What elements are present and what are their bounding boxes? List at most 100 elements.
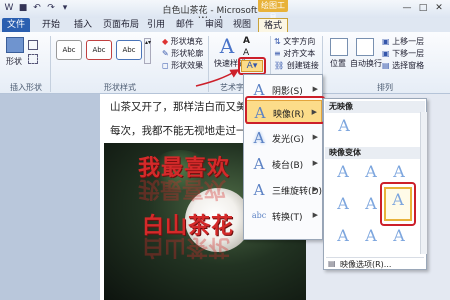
menu-item-3d-rotation[interactable]: A 三维旋转(D) ▶ (246, 178, 322, 202)
position-icon[interactable] (330, 38, 348, 56)
glow-a-icon: A (253, 129, 265, 147)
shape-style-sample-3[interactable]: Abc (116, 40, 142, 60)
selection-pane-icon: ▤ (382, 61, 390, 70)
create-link-button[interactable]: ⛓ 创建链接 (274, 60, 319, 71)
reflection-options-item[interactable]: ▤ 映像选项(R)... (326, 257, 424, 269)
tab-page-layout[interactable]: 页面布局 (100, 18, 142, 32)
maximize-icon[interactable]: □ (416, 2, 430, 14)
align-text-label: 对齐文本 (283, 49, 316, 58)
tab-mailings[interactable]: 邮件 (172, 18, 198, 32)
shape-button-label[interactable]: 形状 (6, 56, 22, 67)
create-link-label: 创建链接 (286, 61, 319, 70)
edit-shape-icon[interactable] (28, 40, 38, 50)
reflection-options-label: 映像选项(R)... (340, 260, 392, 269)
reflection-options-icon: ▤ (328, 259, 336, 268)
3d-rotation-a-icon: A (253, 181, 265, 199)
draw-textbox-icon[interactable] (28, 54, 38, 64)
shape-outline-label: 形状轮廓 (171, 49, 204, 58)
align-text-icon: ≡ (274, 49, 281, 58)
shape-fill-label: 形状填充 (170, 37, 203, 46)
send-backward-button[interactable]: ▣ 下移一层 (382, 48, 424, 59)
bring-forward-label: 上移一层 (392, 37, 425, 46)
bring-forward-icon: ▣ (382, 37, 390, 46)
position-label[interactable]: 位置 (330, 58, 346, 69)
window-title: 白色山茶花 - Microsoft Word (162, 6, 258, 26)
save-icon[interactable]: ■ (17, 3, 29, 14)
menu-item-bevel[interactable]: A 棱台(B) ▶ (246, 152, 322, 176)
submenu-arrow-icon: ▶ (312, 185, 318, 193)
shape-effects-button[interactable]: ◻ 形状效果 (162, 60, 203, 71)
menu-item-transform-label: 转换(T) (272, 213, 303, 223)
reflection-variant-7[interactable]: A (331, 227, 355, 253)
tab-home[interactable]: 开始 (38, 18, 64, 32)
bring-forward-button[interactable]: ▣ 上移一层 (382, 36, 424, 47)
tab-insert[interactable]: 插入 (70, 18, 96, 32)
drawing-tools-context-header: 绘图工具 (258, 0, 288, 22)
effects-icon: ◻ (162, 61, 169, 70)
wrap-text-label[interactable]: 自动换行 (350, 58, 382, 69)
reflection-variant-4[interactable]: A (331, 195, 355, 221)
pen-icon: ✎ (162, 49, 169, 58)
reflection-variant-8[interactable]: A (359, 227, 383, 253)
document-line-1[interactable]: 山茶又开了，那样洁白而又美 (110, 99, 247, 114)
submenu-arrow-icon: ▶ (312, 133, 318, 141)
arrange-group-label: 排列 (377, 83, 393, 92)
no-reflection-option[interactable]: A (332, 117, 356, 141)
no-reflection-header: 无映像 (325, 101, 425, 113)
wordart-line-1-reflection: 我最喜欢 (138, 176, 227, 202)
submenu-arrow-icon: ▶ (312, 211, 318, 219)
document-line-2[interactable]: 每次，我都不能无视地走过一 (110, 123, 247, 138)
redo-icon[interactable]: ↷ (45, 3, 57, 14)
window-controls: — □ ✕ (400, 2, 446, 15)
shape-fill-button[interactable]: ◆ 形状填充 (162, 36, 203, 47)
menu-item-glow-label: 发光(G) (272, 135, 304, 145)
word-app-icon[interactable]: W (3, 3, 15, 14)
insert-shapes-group-label: 插入形状 (10, 83, 42, 92)
submenu-scrollbar[interactable] (420, 112, 427, 254)
transform-abc-icon: abc (251, 211, 267, 220)
text-direction-button[interactable]: ⇅ 文字方向 (274, 36, 315, 47)
text-fill-icon[interactable]: A (243, 36, 252, 46)
shape-outline-button[interactable]: ✎ 形状轮廓 (162, 48, 203, 59)
send-backward-icon: ▣ (382, 49, 390, 58)
tab-references[interactable]: 引用 (143, 18, 169, 32)
shape-styles-group-label: 形状样式 (104, 83, 136, 92)
link-icon: ⛓ (274, 61, 285, 70)
send-backward-label: 下移一层 (392, 49, 425, 58)
shape-effects-label: 形状效果 (171, 61, 204, 70)
menu-item-bevel-label: 棱台(B) (272, 161, 304, 171)
tab-format[interactable]: 格式 (258, 18, 288, 32)
minimize-icon[interactable]: — (400, 2, 414, 14)
document-margin-area (0, 94, 100, 300)
wrap-text-icon[interactable] (356, 38, 374, 56)
reflection-variants-header: 映像变体 (325, 147, 425, 159)
selection-pane-button[interactable]: ▤ 选择窗格 (382, 60, 424, 71)
qat-customize-icon[interactable]: ▾ (59, 3, 71, 14)
shape-style-sample-2[interactable]: Abc (86, 40, 112, 60)
submenu-arrow-icon: ▶ (312, 85, 318, 93)
reflection-callout-box (245, 96, 325, 124)
text-effects-callout-box (238, 57, 266, 75)
shape-style-sample-1[interactable]: Abc (56, 40, 82, 60)
ribbon-tab-row: 文件 开始 插入 页面布局 引用 邮件 审阅 视图 格式 (0, 18, 450, 32)
tab-review[interactable]: 审阅 (201, 18, 227, 32)
variant-callout-box (380, 182, 416, 226)
shape-styles-more-icon[interactable]: ▴▾ (144, 38, 151, 64)
undo-icon[interactable]: ↶ (31, 3, 43, 14)
tab-file[interactable]: 文件 (2, 18, 30, 32)
quick-styles-a-icon[interactable]: A (216, 36, 238, 56)
bevel-a-icon: A (253, 155, 265, 173)
tab-view[interactable]: 视图 (229, 18, 255, 32)
wordart-line-2-reflection: 白山茶花 (142, 234, 231, 260)
align-text-button[interactable]: ≡ 对齐文本 (274, 48, 315, 59)
text-direction-label: 文字方向 (283, 37, 316, 46)
submenu-arrow-icon: ▶ (312, 159, 318, 167)
paint-bucket-icon: ◆ (162, 37, 169, 46)
reflection-variant-9[interactable]: A (387, 227, 411, 253)
text-direction-icon: ⇅ (274, 37, 281, 46)
shapes-icon[interactable] (6, 37, 24, 53)
menu-item-glow[interactable]: A 发光(G) ▶ (246, 126, 322, 150)
close-icon[interactable]: ✕ (432, 2, 446, 14)
reflection-variant-1[interactable]: A (331, 163, 355, 189)
menu-item-transform[interactable]: abc 转换(T) ▶ (246, 204, 322, 228)
